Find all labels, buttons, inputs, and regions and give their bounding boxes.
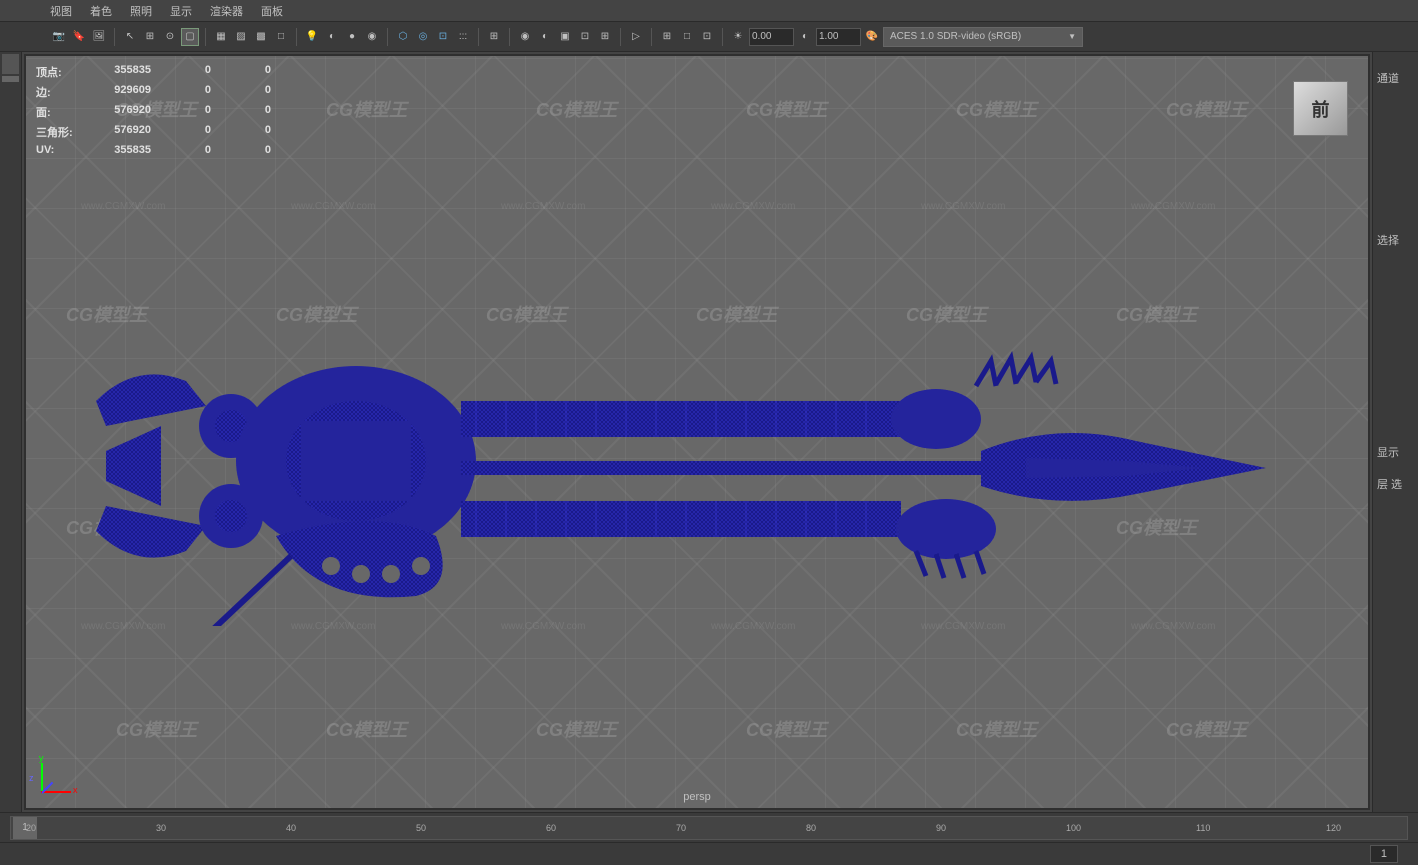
res-gate-icon[interactable]: ⊡ bbox=[576, 28, 594, 46]
left-toolbox bbox=[0, 52, 22, 812]
menu-renderer[interactable]: 渲染器 bbox=[210, 3, 243, 19]
motion-blur-icon[interactable]: ◉ bbox=[363, 28, 381, 46]
separator bbox=[620, 28, 621, 46]
shadows-icon[interactable]: ◐ bbox=[323, 28, 341, 46]
wireframe-shaded-icon[interactable]: ⊞ bbox=[485, 28, 503, 46]
separator bbox=[205, 28, 206, 46]
stat-uvs: UV: 355835 0 0 bbox=[36, 144, 271, 156]
xray-icon[interactable]: ◎ bbox=[414, 28, 432, 46]
gamma-icon[interactable]: ◐ bbox=[796, 28, 814, 46]
stat-edges: 边: 929609 0 0 bbox=[36, 84, 271, 100]
region-icon[interactable]: ⊡ bbox=[698, 28, 716, 46]
separator bbox=[114, 28, 115, 46]
grid-toggle-icon[interactable]: ⊞ bbox=[658, 28, 676, 46]
separator bbox=[387, 28, 388, 46]
isolate-icon[interactable]: ⬡ bbox=[394, 28, 412, 46]
tab-display[interactable]: 显示 bbox=[1373, 436, 1418, 468]
separator bbox=[722, 28, 723, 46]
wireframe-model bbox=[76, 306, 1276, 626]
menu-shading[interactable]: 着色 bbox=[90, 3, 112, 19]
color-mgmt-icon[interactable]: ◐ bbox=[536, 28, 554, 46]
gamma-input[interactable] bbox=[816, 28, 861, 46]
ao-icon[interactable]: ● bbox=[343, 28, 361, 46]
exposure-input[interactable] bbox=[749, 28, 794, 46]
menu-lighting[interactable]: 照明 bbox=[130, 3, 152, 19]
joint-xray-icon[interactable]: ⊡ bbox=[434, 28, 452, 46]
status-bar: 1 bbox=[0, 842, 1418, 865]
stat-faces: 面: 576920 0 0 bbox=[36, 104, 271, 120]
toolbox-item[interactable] bbox=[2, 54, 19, 74]
select-tool-icon[interactable]: ↖ bbox=[121, 28, 139, 46]
grid-tool-icon[interactable]: ⊞ bbox=[141, 28, 159, 46]
tab-layers[interactable]: 层 选 bbox=[1373, 468, 1418, 500]
right-panel-tabs: 通道 选择 显示 层 选 bbox=[1372, 52, 1418, 812]
colorspace-icon[interactable]: 🎨 bbox=[863, 28, 881, 46]
timeline-ruler[interactable]: 1 20 30 40 50 60 70 80 90 100 110 120 bbox=[10, 816, 1408, 840]
snap-tool-icon[interactable]: ⊙ bbox=[161, 28, 179, 46]
safe-area-icon[interactable]: ⊞ bbox=[596, 28, 614, 46]
colorspace-dropdown[interactable]: ACES 1.0 SDR-video (sRGB) bbox=[883, 27, 1083, 47]
exposure-icon[interactable]: ☀ bbox=[729, 28, 747, 46]
view-cube[interactable]: 前 bbox=[1293, 81, 1348, 136]
viewport-toolbar: 📷 🔖 🖼 ↖ ⊞ ⊙ ▢ ▦ ▨ ▩ □ 💡 ◐ ● ◉ ⬡ ◎ ⊡ ::: … bbox=[0, 22, 1418, 52]
axis-gizmo: y x z bbox=[41, 743, 91, 793]
viewport-panel[interactable]: 顶点: 355835 0 0 边: 929609 0 0 面: 576920 0… bbox=[24, 54, 1370, 810]
current-frame-field[interactable]: 1 bbox=[1370, 845, 1398, 863]
camera-bookmark-icon[interactable]: 🔖 bbox=[70, 28, 88, 46]
timeline[interactable]: 1 20 30 40 50 60 70 80 90 100 110 120 bbox=[0, 812, 1418, 842]
menu-panels[interactable]: 面板 bbox=[261, 3, 283, 19]
separator bbox=[509, 28, 510, 46]
menu-show[interactable]: 显示 bbox=[170, 3, 192, 19]
film-origin-icon[interactable]: □ bbox=[678, 28, 696, 46]
toolbox-item[interactable] bbox=[2, 76, 19, 82]
film-gate-icon[interactable]: ▣ bbox=[556, 28, 574, 46]
gate-icon[interactable]: ::: bbox=[454, 28, 472, 46]
texture-res-icon[interactable]: ◉ bbox=[516, 28, 534, 46]
shaded-icon[interactable]: ▨ bbox=[232, 28, 250, 46]
separator bbox=[651, 28, 652, 46]
menu-view[interactable]: 视图 bbox=[50, 3, 72, 19]
bbox-icon[interactable]: □ bbox=[272, 28, 290, 46]
stat-verts: 顶点: 355835 0 0 bbox=[36, 64, 271, 80]
lights-icon[interactable]: 💡 bbox=[303, 28, 321, 46]
tab-channel[interactable]: 通道 bbox=[1373, 62, 1418, 94]
camera-select-icon[interactable]: 📷 bbox=[50, 28, 68, 46]
heads-up-display-stats: 顶点: 355835 0 0 边: 929609 0 0 面: 576920 0… bbox=[36, 64, 271, 160]
separator bbox=[296, 28, 297, 46]
textured-icon[interactable]: ▩ bbox=[252, 28, 270, 46]
camera-name-label: persp bbox=[683, 791, 711, 803]
wireframe-icon[interactable]: ▦ bbox=[212, 28, 230, 46]
tab-select[interactable]: 选择 bbox=[1373, 224, 1418, 256]
viewport-menu-bar: 视图 着色 照明 显示 渲染器 面板 bbox=[0, 0, 1418, 22]
poly-count-icon[interactable]: ▷ bbox=[627, 28, 645, 46]
stat-tris: 三角形: 576920 0 0 bbox=[36, 124, 271, 140]
separator bbox=[478, 28, 479, 46]
camera-image-icon[interactable]: 🖼 bbox=[90, 28, 108, 46]
active-tool-icon[interactable]: ▢ bbox=[181, 28, 199, 46]
